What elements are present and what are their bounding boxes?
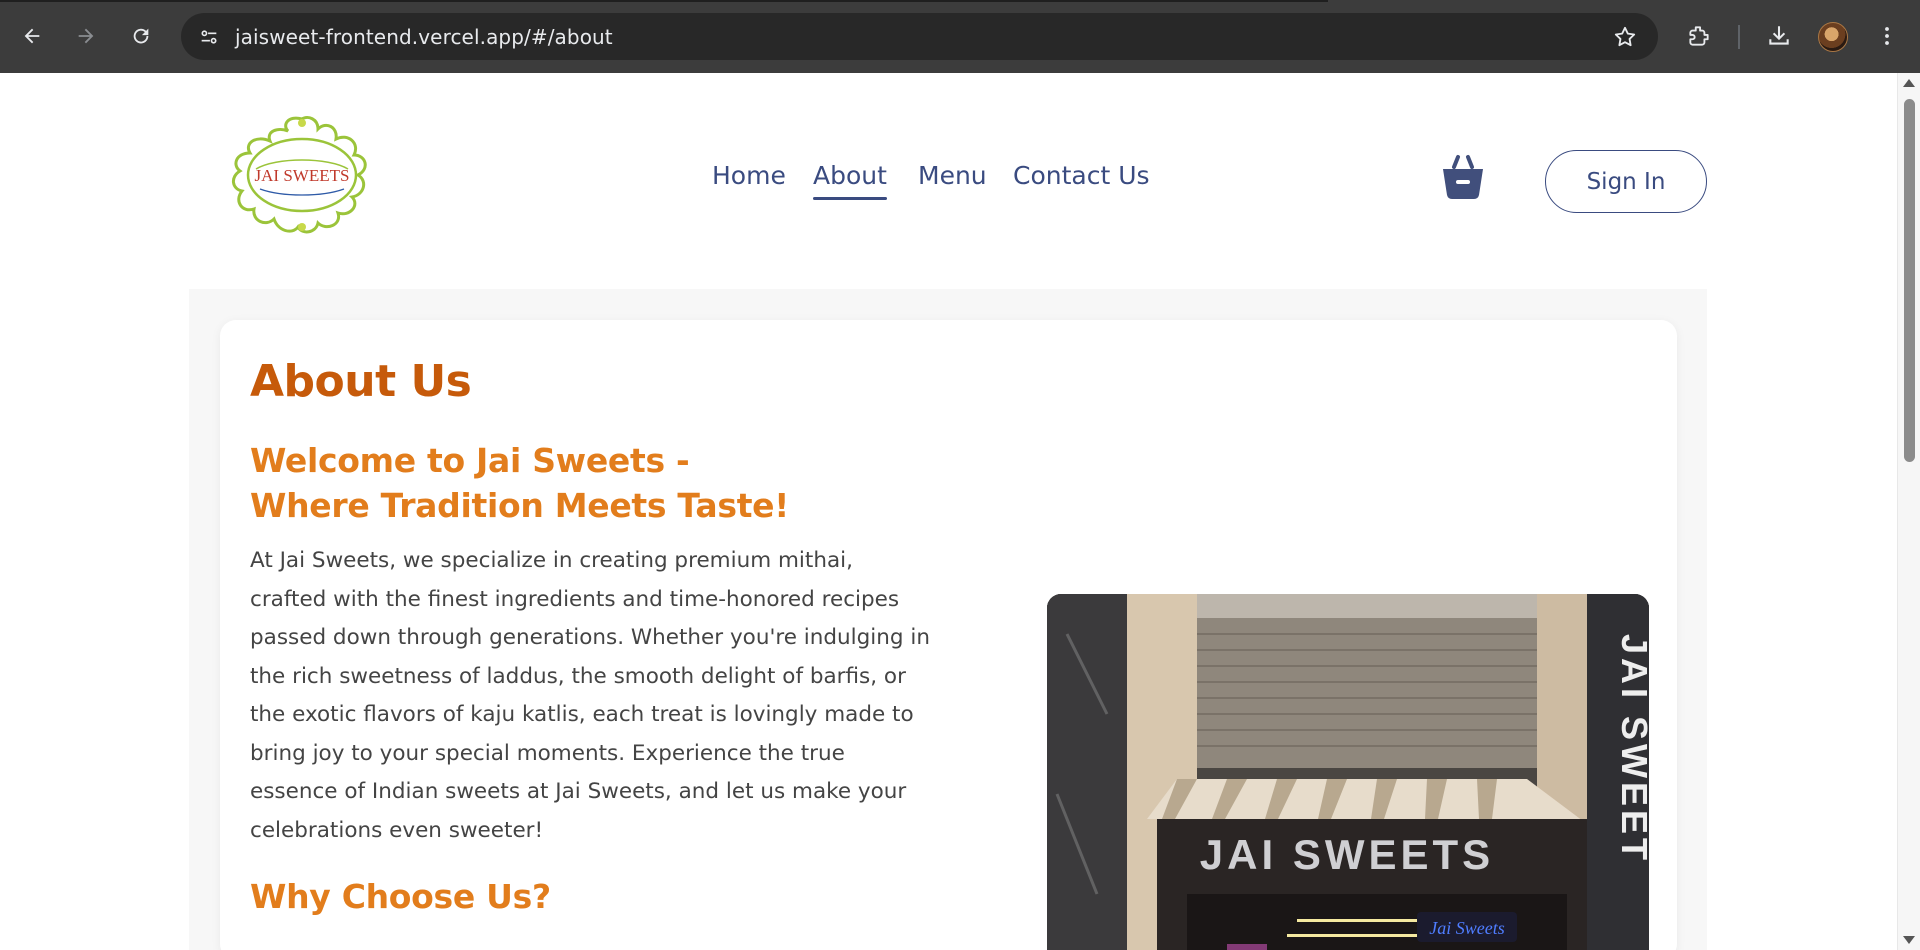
url-text[interactable]: jaisweet-frontend.vercel.app/#/about xyxy=(235,25,613,49)
back-arrow-icon[interactable] xyxy=(14,18,50,54)
scroll-down-arrow-icon[interactable] xyxy=(1903,936,1915,944)
jai-sweets-logo[interactable]: JAI SWEETS xyxy=(226,113,378,238)
page-title: About Us xyxy=(250,356,472,407)
more-menu-icon[interactable] xyxy=(1871,20,1903,52)
toolbar-separator xyxy=(1738,25,1740,49)
about-card: About Us Welcome to Jai Sweets - Where T… xyxy=(220,320,1677,950)
extensions-icon[interactable] xyxy=(1683,20,1715,52)
page-viewport: JAI SWEETS Home About Menu Contact Us Si… xyxy=(0,73,1897,950)
why-choose-heading: Why Choose Us? xyxy=(250,877,551,916)
scroll-up-arrow-icon[interactable] xyxy=(1903,79,1915,87)
basket-icon[interactable] xyxy=(1440,153,1486,201)
nav-link-menu[interactable]: Menu xyxy=(918,161,987,190)
sign-in-button[interactable]: Sign In xyxy=(1545,150,1707,213)
browser-toolbar: jaisweet-frontend.vercel.app/#/about xyxy=(0,0,1920,73)
download-icon[interactable] xyxy=(1763,20,1795,52)
profile-avatar[interactable] xyxy=(1818,22,1848,52)
nav-link-contact[interactable]: Contact Us xyxy=(1013,161,1150,190)
photo-neon-sign: Jai Sweets xyxy=(1429,918,1504,938)
address-bar[interactable]: jaisweet-frontend.vercel.app/#/about xyxy=(181,13,1658,60)
page-scrollbar[interactable] xyxy=(1897,73,1920,950)
nav-link-about[interactable]: About xyxy=(813,161,887,200)
photo-shop-sign: JAI SWEETS xyxy=(1200,831,1494,878)
reload-icon[interactable] xyxy=(123,18,159,54)
scrollbar-thumb[interactable] xyxy=(1904,99,1915,462)
welcome-heading: Welcome to Jai Sweets - Where Tradition … xyxy=(250,441,790,525)
photo-side-sign: JAI SWEET xyxy=(1614,634,1649,864)
forward-arrow-icon[interactable] xyxy=(68,18,104,54)
bookmark-star-icon[interactable] xyxy=(1612,24,1638,50)
logo-wordmark: JAI SWEETS xyxy=(255,166,350,185)
storefront-photo: JAI SWEET JAI SWEETS Jai Sweets xyxy=(1047,594,1649,950)
tab-strip-edge xyxy=(0,0,1328,2)
about-paragraph: At Jai Sweets, we specialize in creating… xyxy=(250,548,930,843)
site-settings-icon[interactable] xyxy=(195,23,223,51)
nav-link-home[interactable]: Home xyxy=(712,161,786,190)
